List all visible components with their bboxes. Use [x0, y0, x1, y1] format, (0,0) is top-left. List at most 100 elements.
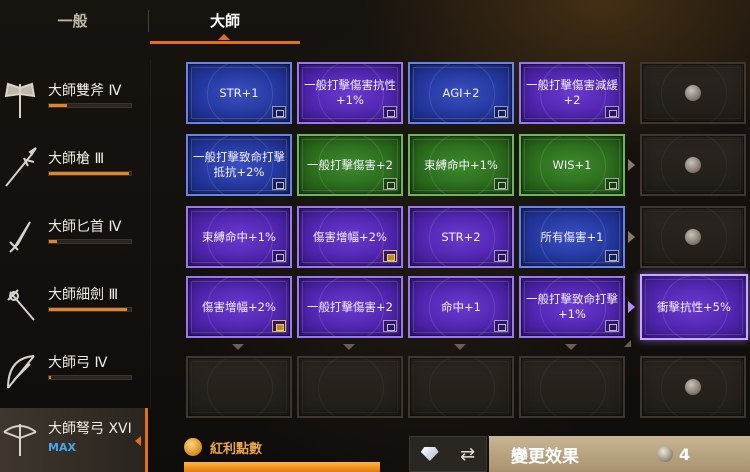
bonus-label: 紅利點數	[210, 441, 263, 457]
node-label: 一般打擊傷害+2	[307, 157, 393, 172]
mastery-grid: STR+1 一般打擊傷害抗性+1% AGI+2 一般打擊傷害減緩+2 一般打擊致…	[184, 60, 750, 430]
mastery-node[interactable]: WIS+1	[519, 134, 625, 196]
node-label: WIS+1	[552, 157, 592, 172]
gold-lock-icon	[272, 320, 286, 332]
weapon-name: 大師匕首 Ⅳ	[48, 219, 122, 235]
spear-icon	[0, 146, 40, 190]
mastery-progress-bar	[48, 239, 132, 244]
weapon-name: 大師弓 Ⅳ	[48, 355, 108, 371]
coin-icon	[684, 84, 702, 102]
weapon-name: 大師細劍 Ⅲ	[48, 287, 119, 303]
dagger-icon	[0, 214, 40, 258]
empty-node	[519, 356, 625, 418]
coin-icon	[684, 228, 702, 246]
lock-icon	[494, 320, 508, 332]
weapon-item-rapier[interactable]: 大師細劍 Ⅲ	[0, 274, 148, 342]
chevron-down-icon	[565, 344, 577, 350]
lock-icon	[605, 320, 619, 332]
bonus-progress-bar	[184, 462, 380, 472]
empty-node	[186, 356, 292, 418]
weapon-item-double-axe[interactable]: 大師雙斧 Ⅳ	[0, 70, 148, 138]
empty-node	[297, 356, 403, 418]
path-arrow-icon	[628, 159, 635, 171]
active-tab-caret	[218, 34, 230, 40]
apply-effect-button[interactable]: 變更效果 4	[489, 436, 750, 472]
coin-icon	[684, 156, 702, 174]
list-separator	[150, 60, 151, 410]
path-arrow-icon	[628, 301, 635, 313]
lock-icon	[272, 178, 286, 190]
mastery-node[interactable]: 傷害增幅+2%	[297, 206, 403, 268]
mastery-progress-bar	[48, 103, 132, 108]
mastery-node[interactable]: AGI+2	[408, 62, 514, 124]
mastery-progress-bar	[48, 307, 132, 312]
lock-icon	[605, 106, 619, 118]
mastery-progress-bar	[48, 375, 132, 380]
weapon-item-bow[interactable]: 大師弓 Ⅳ	[0, 342, 148, 410]
diamond-icon	[420, 447, 439, 461]
tab-divider	[148, 10, 149, 32]
mastery-node[interactable]: 一般打擊致命打擊+1%	[519, 276, 625, 338]
weapon-list: 大師雙斧 Ⅳ 大師槍 Ⅲ 大師匕首 Ⅳ 大師細劍 Ⅲ 大師弓 Ⅳ 大師弩弓 XV…	[0, 50, 148, 472]
bonus-progress-fill	[184, 462, 380, 472]
mastery-node[interactable]: 束縛命中+1%	[408, 134, 514, 196]
mastery-node[interactable]: 一般打擊致命打擊抵抗+2%	[186, 134, 292, 196]
node-label: 傷害增幅+2%	[202, 299, 276, 314]
mastery-node[interactable]: 一般打擊傷害+2	[297, 276, 403, 338]
rapier-icon	[0, 282, 40, 326]
empty-node	[408, 356, 514, 418]
node-label: 一般打擊傷害減緩+2	[526, 78, 618, 107]
node-label: 所有傷害+1	[540, 229, 604, 244]
tab-general[interactable]: 一般	[0, 0, 145, 42]
mastery-node[interactable]: 一般打擊傷害減緩+2	[519, 62, 625, 124]
lock-icon	[272, 250, 286, 262]
lock-icon	[383, 320, 397, 332]
mastery-progress-fill	[49, 376, 51, 379]
bonus-points: 紅利點數	[184, 436, 262, 458]
apply-cost: 4	[679, 444, 691, 464]
mastery-node[interactable]: 一般打擊傷害抗性+1%	[297, 62, 403, 124]
selected-indicator	[135, 436, 141, 446]
mastery-progress-fill	[49, 308, 127, 311]
chevron-down-icon	[454, 344, 466, 350]
node-label: 傷害增幅+2%	[313, 229, 387, 244]
node-label: 一般打擊致命打擊抵抗+2%	[193, 150, 285, 179]
lock-icon	[494, 250, 508, 262]
node-label: 衝擊抗性+5%	[657, 299, 731, 314]
node-label: 一般打擊致命打擊+1%	[526, 292, 618, 321]
double-axe-icon	[0, 78, 40, 122]
node-label: STR+2	[441, 229, 481, 244]
weapon-name: 大師雙斧 Ⅳ	[48, 83, 122, 99]
mastery-node[interactable]: 傷害增幅+2%	[186, 276, 292, 338]
mastery-node[interactable]: 束縛命中+1%	[186, 206, 292, 268]
lock-icon	[383, 106, 397, 118]
coin-icon	[657, 446, 673, 462]
node-label: AGI+2	[442, 85, 480, 100]
weapon-item-crossbow[interactable]: 大師弩弓 XVI MAX	[0, 408, 148, 472]
weapon-name: 大師弩弓 XVI	[48, 421, 132, 437]
max-badge: MAX	[48, 441, 76, 454]
node-label: 束縛命中+1%	[202, 229, 276, 244]
mastery-node[interactable]: 命中+1	[408, 276, 514, 338]
mastery-node[interactable]: STR+1	[186, 62, 292, 124]
node-label: 一般打擊傷害抗性+1%	[304, 78, 396, 107]
mastery-progress-bar	[48, 171, 132, 176]
apply-effect-label: 變更效果	[511, 446, 579, 467]
chevron-down-icon	[343, 344, 355, 350]
mastery-node[interactable]: STR+2	[408, 206, 514, 268]
swap-currency-button[interactable]: ⇄	[409, 436, 487, 472]
mastery-node-extra[interactable]: 衝擊抗性+5%	[640, 274, 748, 340]
mastery-node[interactable]: 一般打擊傷害+2	[297, 134, 403, 196]
weapon-item-spear[interactable]: 大師槍 Ⅲ	[0, 138, 148, 206]
lock-icon	[272, 106, 286, 118]
path-arrow-icon	[628, 231, 635, 243]
lock-icon	[494, 106, 508, 118]
mastery-node[interactable]: 所有傷害+1	[519, 206, 625, 268]
bow-icon	[0, 350, 40, 394]
mastery-progress-fill	[49, 104, 68, 107]
weapon-item-dagger[interactable]: 大師匕首 Ⅳ	[0, 206, 148, 274]
node-label: 一般打擊傷害+2	[307, 299, 393, 314]
crossbow-icon	[0, 416, 40, 460]
weapon-name: 大師槍 Ⅲ	[48, 151, 105, 167]
node-label: 命中+1	[441, 299, 481, 314]
